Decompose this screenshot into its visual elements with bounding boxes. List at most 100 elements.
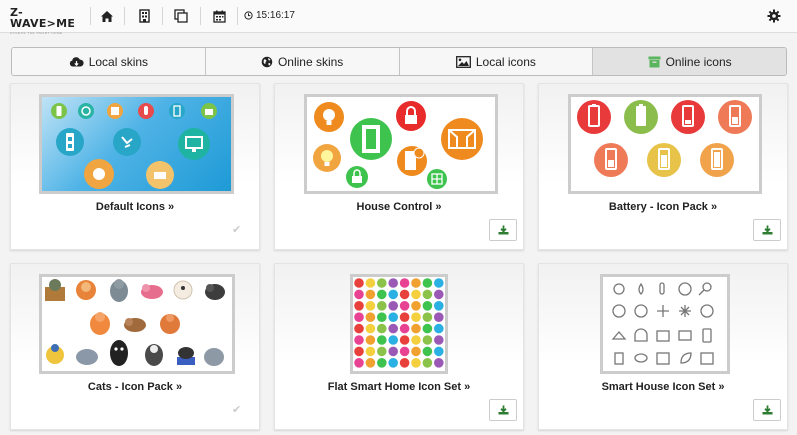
download-button[interactable] — [489, 219, 517, 241]
icon-dot — [411, 323, 421, 334]
download-button[interactable] — [489, 399, 517, 421]
cloud-download-icon — [69, 56, 84, 66]
logo[interactable]: Z-WAVE>ME ACCESS THE SMART HOME — [10, 7, 80, 35]
elements-button[interactable] — [170, 6, 192, 26]
house-control-preview — [313, 101, 483, 189]
icon-dot — [377, 346, 387, 357]
skin-card[interactable]: Smart House Icon Set » — [538, 263, 788, 430]
skin-card[interactable]: Default Icons » ✔ — [10, 83, 260, 250]
icon-dot — [434, 312, 444, 322]
icon-dot — [354, 358, 364, 368]
icon-dot — [377, 358, 387, 368]
gear-icon — [767, 9, 781, 23]
icon-dot — [434, 323, 444, 334]
icon-dot — [434, 335, 444, 345]
icon-dot — [365, 358, 376, 368]
icon-dot — [388, 323, 398, 334]
preview-image — [304, 94, 498, 194]
divider — [124, 7, 125, 25]
icon-dot — [365, 346, 376, 357]
icon-dot — [434, 289, 444, 300]
default-icons-preview — [51, 103, 217, 189]
smart-house-preview — [611, 282, 714, 365]
icon-dot — [422, 289, 433, 300]
archive-icon — [648, 56, 661, 67]
icon-dot — [377, 278, 387, 288]
calendar-icon — [212, 10, 226, 23]
icon-dot — [354, 312, 364, 322]
top-bar: Z-WAVE>ME ACCESS THE SMART HOME 15:16:17 — [0, 0, 797, 35]
icon-dot — [422, 312, 433, 322]
preview-image — [568, 94, 762, 194]
icon-dot — [411, 346, 421, 357]
icon-dot — [365, 278, 376, 288]
clock-time: 15:16:17 — [256, 10, 295, 21]
icon-dot — [422, 346, 433, 357]
icon-dot — [399, 301, 410, 311]
icon-dot — [377, 323, 387, 334]
home-button[interactable] — [96, 6, 118, 26]
events-button[interactable] — [208, 6, 230, 26]
card-title[interactable]: Smart House Icon Set » — [539, 381, 787, 393]
icon-dot — [365, 323, 376, 334]
icon-dot — [399, 346, 410, 357]
icon-dot — [365, 289, 376, 300]
icon-dot — [377, 301, 387, 311]
icon-dot — [399, 358, 410, 368]
icon-dot — [365, 312, 376, 322]
skin-card[interactable]: House Control » — [274, 83, 524, 250]
icon-dot — [388, 312, 398, 322]
logo-subtext: ACCESS THE SMART HOME — [10, 31, 63, 35]
icon-dot — [422, 335, 433, 345]
tab-local-icons[interactable]: Local icons — [399, 48, 594, 75]
icon-dot — [411, 358, 421, 368]
clock: 15:16:17 — [244, 10, 295, 21]
preview-image — [600, 274, 730, 374]
tab-bar: Local skins Online skins Local icons Onl… — [11, 47, 787, 76]
tab-online-icons[interactable]: Online icons — [593, 48, 786, 75]
download-button[interactable] — [753, 219, 781, 241]
icon-dot — [377, 312, 387, 322]
card-title[interactable]: Default Icons » — [11, 201, 259, 213]
icon-dot — [354, 335, 364, 345]
icon-dot — [434, 358, 444, 368]
icon-dot — [388, 335, 398, 345]
card-title[interactable]: House Control » — [275, 201, 523, 213]
download-button[interactable] — [753, 399, 781, 421]
card-title[interactable]: Battery - Icon Pack » — [539, 201, 787, 213]
clock-icon — [244, 11, 253, 20]
icon-dot — [377, 289, 387, 300]
icon-dot — [399, 323, 410, 334]
skin-card[interactable]: Battery - Icon Pack » — [538, 83, 788, 250]
icon-dot — [434, 278, 444, 288]
flat-smart-home-preview — [354, 278, 444, 368]
globe-icon — [261, 56, 273, 67]
icon-dot — [411, 335, 421, 345]
icon-dot — [422, 278, 433, 288]
check-icon: ✔ — [232, 224, 242, 236]
tab-online-skins[interactable]: Online skins — [205, 48, 400, 75]
icon-dot — [399, 312, 410, 322]
icon-dot — [422, 358, 433, 368]
skin-card[interactable]: Cats - Icon Pack » ✔ — [10, 263, 260, 430]
tab-label: Online skins — [277, 54, 344, 69]
icon-dot — [411, 278, 421, 288]
icon-dot — [365, 335, 376, 345]
download-icon — [762, 405, 772, 415]
icon-dot — [388, 301, 398, 311]
settings-button[interactable] — [763, 6, 785, 26]
tab-local-skins[interactable]: Local skins — [12, 48, 206, 75]
rooms-button[interactable] — [133, 6, 155, 26]
download-icon — [762, 225, 772, 235]
card-title[interactable]: Flat Smart Home Icon Set » — [275, 381, 523, 393]
icon-dot — [388, 278, 398, 288]
icon-dot — [388, 358, 398, 368]
preview-image — [350, 274, 448, 374]
card-title[interactable]: Cats - Icon Pack » — [11, 381, 259, 393]
icon-dot — [354, 301, 364, 311]
skin-card[interactable]: Flat Smart Home Icon Set » — [274, 263, 524, 430]
icon-dot — [399, 289, 410, 300]
preview-image — [39, 94, 234, 194]
icon-dot — [354, 289, 364, 300]
icon-dot — [411, 301, 421, 311]
